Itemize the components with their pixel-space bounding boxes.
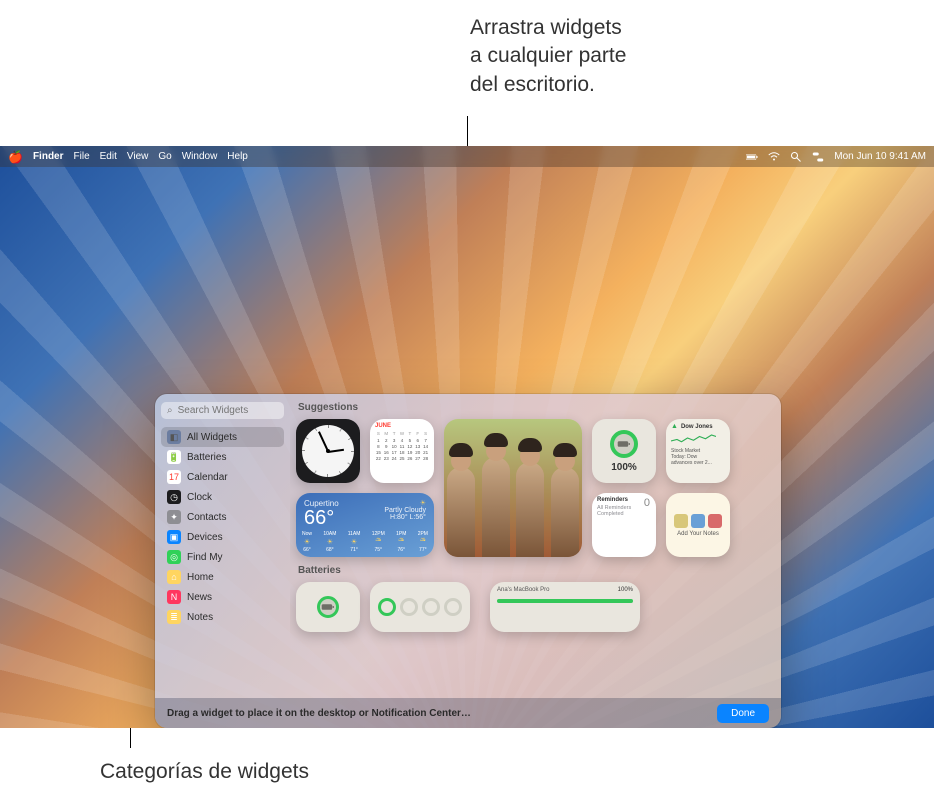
- calendar-month: June: [375, 423, 429, 429]
- battery-pct: 100%: [611, 462, 637, 473]
- sidebar-item-contacts[interactable]: ✦ Contacts: [161, 507, 284, 527]
- notes-widget[interactable]: Add Your Notes: [666, 493, 730, 557]
- category-icon: N: [167, 590, 181, 604]
- category-label: Home: [187, 572, 214, 583]
- battery-ring-empty-icon: [444, 598, 462, 616]
- stocks-sym: Dow Jones: [681, 424, 713, 430]
- section-suggestions-title: Suggestions: [298, 402, 771, 413]
- photos-widget[interactable]: [444, 419, 582, 557]
- clock-widget[interactable]: [296, 419, 360, 483]
- done-button[interactable]: Done: [717, 704, 769, 723]
- calendar-widget[interactable]: June SMTWTFS 123456789101112131415161718…: [370, 419, 434, 483]
- stocks-l3: advances over 2...: [671, 460, 725, 466]
- category-icon: 🔋: [167, 450, 181, 464]
- category-icon: ◎: [167, 550, 181, 564]
- menubar-item-view[interactable]: View: [127, 151, 149, 162]
- section-batteries-title: Batteries: [298, 565, 771, 576]
- sidebar-item-devices[interactable]: ▣ Devices: [161, 527, 284, 547]
- spotlight-icon[interactable]: [790, 151, 802, 163]
- sidebar-item-clock[interactable]: ◷ Clock: [161, 487, 284, 507]
- callout-bottom: Categorías de widgets: [100, 758, 309, 786]
- stocks-sparkline: [671, 432, 716, 444]
- category-label: Devices: [187, 532, 223, 543]
- category-label: Batteries: [187, 452, 226, 463]
- battery-ring-icon: [378, 598, 396, 616]
- category-icon: ✦: [167, 510, 181, 524]
- menubar-item-file[interactable]: File: [74, 151, 90, 162]
- menubar-item-window[interactable]: Window: [182, 151, 218, 162]
- category-icon: ◧: [167, 430, 181, 444]
- category-label: Notes: [187, 612, 213, 623]
- category-label: Contacts: [187, 512, 226, 523]
- battery-status-icon[interactable]: [746, 151, 758, 163]
- wifi-icon[interactable]: [768, 151, 780, 163]
- battery-ring-icon: [610, 430, 638, 458]
- notes-thumbs: [674, 514, 722, 528]
- battery-bar: [497, 599, 633, 603]
- desktop: 🍎 Finder File Edit View Go Window Help M…: [0, 146, 934, 728]
- category-label: News: [187, 592, 212, 603]
- battery-widget-single[interactable]: [296, 582, 360, 632]
- weather-widget[interactable]: Cupertino 66° ☀︎ Partly Cloudy H:80° L:5…: [296, 493, 434, 557]
- battery-ring-icon: [317, 596, 339, 618]
- sidebar-item-notes[interactable]: ≣ Notes: [161, 607, 284, 627]
- sidebar-item-calendar[interactable]: 17 Calendar: [161, 467, 284, 487]
- search-field[interactable]: ⌕: [161, 402, 284, 419]
- weather-range: H:80° L:56°: [384, 514, 426, 521]
- notes-label: Add Your Notes: [677, 531, 719, 537]
- battery-widget-wide[interactable]: Ana's MacBook Pro 100%: [490, 582, 640, 632]
- weather-cond: Partly Cloudy: [384, 507, 426, 514]
- callout-top: Arrastra widgets a cualquier parte del e…: [470, 14, 626, 99]
- battery-wide-pct: 100%: [618, 587, 633, 593]
- battery-widget-multi[interactable]: [370, 582, 470, 632]
- search-icon: ⌕: [167, 405, 173, 416]
- sidebar-item-all-widgets[interactable]: ◧ All Widgets: [161, 427, 284, 447]
- widget-gallery-content: Suggestions June SMTWTFS 123: [290, 394, 781, 698]
- menubar-item-edit[interactable]: Edit: [100, 151, 117, 162]
- reminders-widget[interactable]: Reminders 0 All Reminders Completed: [592, 493, 656, 557]
- battery-device-name: Ana's MacBook Pro: [497, 587, 550, 593]
- apple-menu-icon[interactable]: 🍎: [8, 150, 23, 164]
- category-label: Find My: [187, 552, 223, 563]
- gallery-footer: Drag a widget to place it on the desktop…: [155, 698, 781, 728]
- widget-gallery-window: ⌕ ◧ All Widgets 🔋 Batteries 17 Calendar ◷ Clock…: [155, 394, 781, 728]
- battery-ring-empty-icon: [422, 598, 440, 616]
- category-label: Clock: [187, 492, 212, 503]
- battery-ring-empty-icon: [400, 598, 418, 616]
- menubar-item-go[interactable]: Go: [158, 151, 171, 162]
- menubar-datetime[interactable]: Mon Jun 10 9:41 AM: [834, 151, 926, 162]
- menubar: 🍎 Finder File Edit View Go Window Help M…: [0, 146, 934, 167]
- category-icon: ◷: [167, 490, 181, 504]
- category-icon: ≣: [167, 610, 181, 624]
- sidebar-item-find-my[interactable]: ◎ Find My: [161, 547, 284, 567]
- category-label: All Widgets: [187, 432, 237, 443]
- category-icon: ⌂: [167, 570, 181, 584]
- stocks-widget[interactable]: ▲Dow Jones Stock Market Today: Dow advan…: [666, 419, 730, 483]
- category-label: Calendar: [187, 472, 228, 483]
- reminders-count: 0: [644, 497, 650, 509]
- widget-category-sidebar: ⌕ ◧ All Widgets 🔋 Batteries 17 Calendar ◷ Clock…: [155, 394, 290, 698]
- sidebar-item-home[interactable]: ⌂ Home: [161, 567, 284, 587]
- weather-cond-icon: ☀︎: [384, 499, 426, 507]
- stocks-up-icon: ▲: [671, 423, 678, 430]
- battery-widget-small[interactable]: 100%: [592, 419, 656, 483]
- sidebar-item-batteries[interactable]: 🔋 Batteries: [161, 447, 284, 467]
- category-icon: ▣: [167, 530, 181, 544]
- control-center-icon[interactable]: [812, 151, 824, 163]
- footer-hint: Drag a widget to place it on the desktop…: [167, 708, 471, 719]
- menubar-item-help[interactable]: Help: [227, 151, 248, 162]
- category-icon: 17: [167, 470, 181, 484]
- sidebar-item-news[interactable]: N News: [161, 587, 284, 607]
- menubar-app[interactable]: Finder: [33, 151, 64, 162]
- search-input[interactable]: [178, 405, 290, 416]
